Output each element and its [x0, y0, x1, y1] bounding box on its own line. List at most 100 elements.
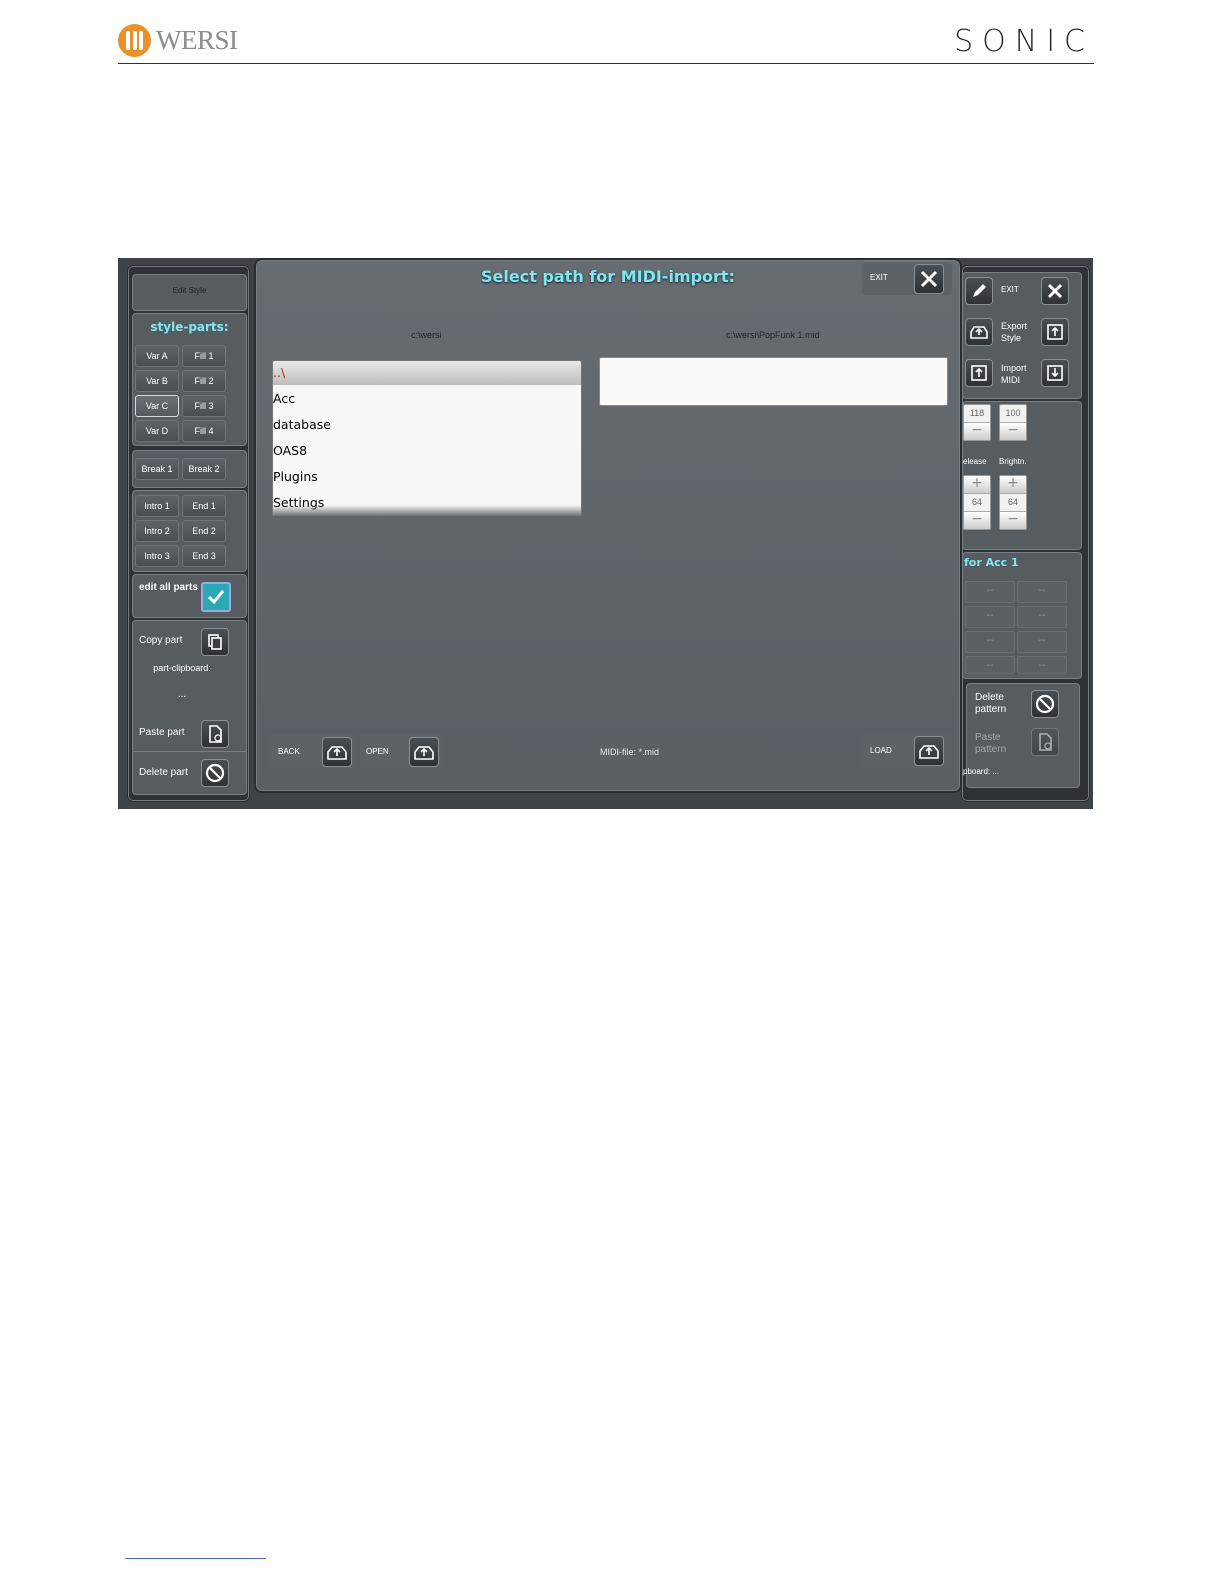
var-b-button[interactable]: Var B — [135, 370, 179, 392]
clipboard-label: part-clipboard: — [153, 663, 211, 673]
paste-icon — [1039, 733, 1052, 751]
paste-part-label: Paste part — [139, 727, 185, 738]
edit-all-checkbox[interactable] — [201, 582, 231, 612]
tray-up-icon — [327, 746, 347, 760]
right-exit-label: EXIT — [1001, 285, 1019, 294]
minus-icon[interactable]: − — [1000, 511, 1026, 529]
export-style-button[interactable] — [1041, 318, 1069, 346]
minus-icon[interactable]: − — [1000, 422, 1026, 440]
list-item[interactable]: Acc — [273, 387, 581, 411]
edit-all-section: edit all parts — [132, 574, 247, 618]
intro-1-button[interactable]: Intro 1 — [135, 495, 179, 517]
intro-end-section: Intro 1 End 1 Intro 2 End 2 Intro 3 End … — [132, 490, 247, 572]
pencil-icon — [973, 284, 986, 297]
paste-pattern-label: Paste pattern — [975, 732, 1007, 755]
divider — [133, 751, 246, 752]
load-button[interactable] — [914, 736, 944, 766]
paste-part-button[interactable] — [201, 720, 229, 748]
ui-screenshot: Edit Style style-parts: Var A Fill 1 Var… — [118, 258, 1093, 809]
upload-icon — [971, 365, 987, 381]
right-top-section: EXIT Export Style Import MIDI — [962, 272, 1082, 399]
copy-icon — [208, 634, 222, 650]
current-directory-label: c:\wersi — [411, 330, 442, 340]
list-item[interactable]: Plugins — [273, 465, 581, 489]
right-exit-button[interactable] — [1041, 277, 1069, 305]
intro-2-button[interactable]: Intro 2 — [135, 520, 179, 542]
release-label: elease — [963, 457, 987, 466]
delete-pattern-label: Delete pattern — [975, 692, 1007, 715]
pattern-cell[interactable]: -- — [1017, 581, 1067, 603]
plus-icon[interactable]: + — [964, 476, 990, 494]
delete-part-button[interactable] — [201, 759, 229, 787]
brightness-stepper[interactable]: + 64 − — [999, 475, 1027, 530]
brightness-top-stepper[interactable]: 100 − — [999, 404, 1027, 441]
dialog-title: Select path for MIDI-import: — [481, 267, 735, 286]
pattern-actions-section: Delete pattern Paste pattern pboard: ... — [963, 683, 1080, 788]
pattern-cell[interactable]: -- — [1017, 606, 1067, 628]
end-2-button[interactable]: End 2 — [182, 520, 226, 542]
edit-all-label: edit all parts — [139, 582, 198, 593]
footer-link[interactable] — [125, 1558, 266, 1559]
paste-pattern-button[interactable] — [1031, 728, 1059, 756]
file-list[interactable] — [599, 357, 948, 406]
end-3-button[interactable]: End 3 — [182, 545, 226, 567]
intro-3-button[interactable]: Intro 3 — [135, 545, 179, 567]
pattern-cell[interactable]: -- — [965, 606, 1015, 628]
plus-icon[interactable]: + — [1000, 476, 1026, 494]
minus-icon[interactable]: − — [964, 511, 990, 529]
export-tray-button[interactable] — [965, 318, 993, 346]
copy-part-button[interactable] — [201, 628, 229, 656]
list-fade — [273, 505, 581, 515]
import-tray-button[interactable] — [965, 359, 993, 387]
minus-icon[interactable]: − — [964, 422, 990, 440]
stepper-value: 64 — [971, 497, 982, 507]
pattern-cell[interactable]: -- — [1017, 631, 1067, 653]
directory-list[interactable]: ..\ Acc database OAS8 Plugins Settings — [272, 360, 582, 516]
brightness-label: Brightn. — [999, 457, 1027, 466]
acc-title: for Acc 1 — [964, 556, 1019, 569]
edit-button[interactable] — [965, 277, 993, 305]
load-label: LOAD — [870, 746, 892, 755]
back-label: BACK — [278, 747, 300, 756]
checkmark-icon — [207, 590, 225, 605]
end-1-button[interactable]: End 1 — [182, 495, 226, 517]
back-button[interactable] — [322, 737, 352, 767]
prohibit-icon — [1035, 694, 1055, 714]
sonic-logo: SONIC — [954, 24, 1094, 59]
fill-4-button[interactable]: Fill 4 — [182, 420, 226, 442]
var-a-button[interactable]: Var A — [135, 345, 179, 367]
copy-part-label: Copy part — [139, 635, 183, 646]
import-midi-button[interactable] — [1041, 359, 1069, 387]
release-stepper[interactable]: + 64 − — [963, 475, 991, 530]
dialog-exit-button[interactable] — [914, 264, 944, 294]
fill-1-button[interactable]: Fill 1 — [182, 345, 226, 367]
import-midi-label: Import MIDI — [1001, 363, 1027, 385]
list-item-parent[interactable]: ..\ — [273, 361, 581, 385]
pattern-cell[interactable]: -- — [965, 656, 1015, 674]
var-c-button[interactable]: Var C — [135, 395, 179, 417]
style-parts-section: style-parts: Var A Fill 1 Var B Fill 2 V… — [132, 313, 247, 446]
pattern-cell[interactable]: -- — [965, 581, 1015, 603]
pattern-cell[interactable]: -- — [965, 631, 1015, 653]
edit-style-header: Edit Style — [132, 274, 247, 311]
download-icon — [1047, 365, 1063, 381]
exit-label: EXIT — [870, 273, 888, 282]
list-item[interactable]: database — [273, 413, 581, 437]
stepper-value: 100 — [1005, 408, 1021, 418]
delete-pattern-button[interactable] — [1031, 690, 1059, 718]
open-button[interactable] — [409, 737, 439, 767]
fill-3-button[interactable]: Fill 3 — [182, 395, 226, 417]
list-item[interactable]: OAS8 — [273, 439, 581, 463]
break-section: Break 1 Break 2 — [132, 450, 247, 488]
fill-2-button[interactable]: Fill 2 — [182, 370, 226, 392]
var-d-button[interactable]: Var D — [135, 420, 179, 442]
break-2-button[interactable]: Break 2 — [182, 458, 226, 480]
pattern-cell[interactable]: -- — [1017, 656, 1067, 674]
break-1-button[interactable]: Break 1 — [135, 458, 179, 480]
part-clipboard-section: Copy part part-clipboard: ... Paste part… — [132, 620, 247, 795]
release-top-stepper[interactable]: 118 − — [963, 404, 991, 441]
tray-up-icon — [970, 326, 988, 339]
clipboard-value: ... — [177, 689, 187, 700]
stepper-value: 64 — [1007, 497, 1018, 507]
pattern-clipboard-label: pboard: ... — [963, 767, 1000, 776]
